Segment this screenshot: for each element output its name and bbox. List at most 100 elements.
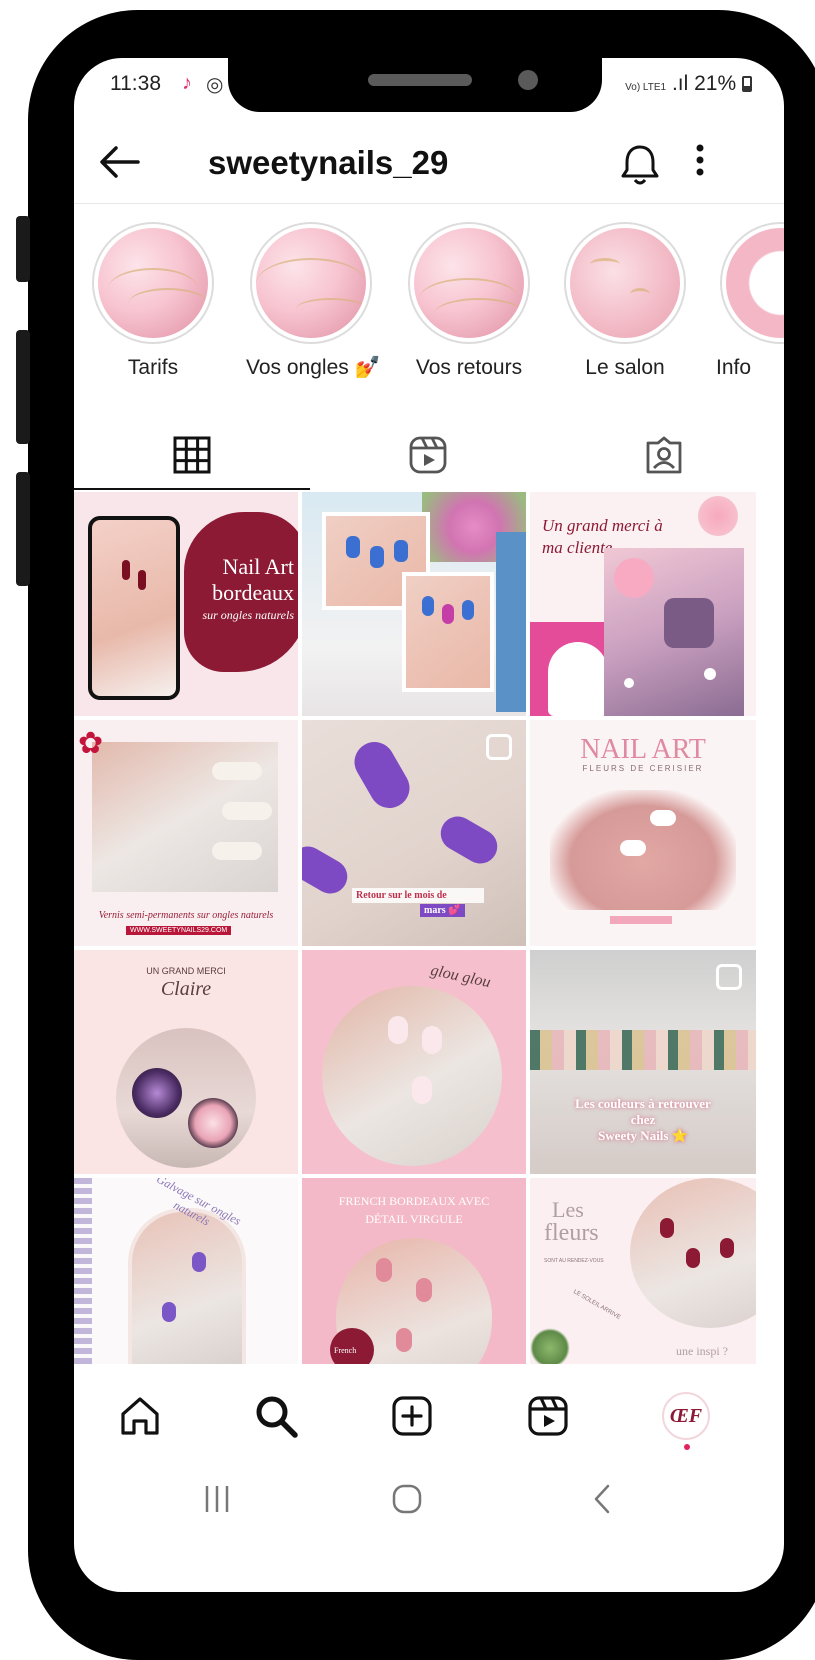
instagram-notification-icon: ◎ [206, 74, 224, 96]
home-tab[interactable] [110, 1386, 170, 1446]
post-title: glou glou [429, 961, 493, 992]
story-highlights: Tarifs Vos ongles 💅 Vos retours Le salon… [74, 222, 784, 392]
post-subtitle: sur ongles naturels [202, 608, 294, 622]
post-title-line2: fleurs [544, 1220, 599, 1246]
post-tile[interactable]: NAIL ART FLEURS DE CERISIER [530, 720, 756, 946]
highlight-vos-retours[interactable]: Vos retours [404, 222, 534, 380]
post-website: WWW.SWEETYNAILS29.COM [126, 926, 232, 935]
tab-tagged[interactable] [546, 424, 782, 486]
highlight-label: Vos retours [415, 356, 523, 379]
highlight-ring [720, 222, 784, 344]
highlight-le-salon[interactable]: Le salon [560, 222, 690, 380]
post-tile[interactable]: Les fleurs SONT AU RENDEZ-VOUS LE SOLEIL… [530, 1178, 756, 1368]
post-tile[interactable]: FRENCH BORDEAUX AVEC DÉTAIL VIRGULE Fren… [302, 1178, 526, 1368]
highlight-cover [98, 228, 208, 338]
post-title: UN GRAND MERCI [146, 966, 226, 976]
post-caption: Retour sur le mois de [352, 888, 484, 903]
reels-nav-icon [528, 1396, 568, 1436]
post-title: Les [552, 1197, 584, 1222]
post-tile[interactable]: Galvage sur ongles naturels [74, 1178, 298, 1368]
reels-icon [409, 436, 447, 474]
post-name: Claire [160, 978, 212, 1000]
add-post-icon [392, 1396, 432, 1436]
tagged-icon [646, 436, 682, 474]
avatar: ŒF [662, 1392, 710, 1440]
system-navigation-bar [74, 1458, 784, 1558]
highlight-ring [92, 222, 214, 344]
blue-door [496, 532, 526, 712]
phone-mockup [88, 516, 180, 700]
post-caption-line2: chez [630, 1112, 656, 1127]
post-subtitle: FLEURS DE CERISIER [582, 764, 704, 773]
grid-icon [173, 436, 211, 474]
reel-indicator-icon [716, 964, 742, 990]
tiktok-icon: ♪ [182, 72, 192, 94]
post-tile[interactable]: Un grand merci à ma cliente [530, 492, 756, 716]
post-title: FRENCH BORDEAUX AVEC [338, 1194, 490, 1208]
status-time: 11:38 [110, 72, 161, 95]
post-grid: Nail Art bordeaux sur ongles naturels Un… [74, 492, 784, 1368]
back-arrow-icon[interactable] [98, 140, 142, 191]
round-photo [630, 1178, 756, 1328]
purple-nail [347, 734, 417, 816]
highlight-info[interactable]: Info [716, 222, 784, 380]
purple-nail [302, 840, 354, 900]
post-tagline: LE SOLEIL ARRIVE [572, 1289, 622, 1321]
highlight-tarifs[interactable]: Tarifs [88, 222, 218, 380]
post-title-line2: ma cliente [542, 538, 613, 557]
post-tile[interactable]: UN GRAND MERCI Claire [74, 950, 298, 1174]
post-title: Un grand merci à [542, 516, 663, 535]
post-title-line2: DÉTAIL VIRGULE [365, 1212, 463, 1226]
search-icon [256, 1396, 298, 1438]
front-camera [518, 70, 538, 90]
highlight-label: Tarifs [127, 356, 179, 379]
profile-username: sweetynails_29 [208, 144, 449, 181]
home-icon [121, 1397, 159, 1435]
power-button [16, 472, 30, 586]
volume-down-button [16, 330, 30, 444]
home-circle-icon [392, 1484, 422, 1514]
back-button[interactable] [586, 1482, 620, 1525]
lavender-decor [74, 1178, 92, 1368]
highlight-cover [256, 228, 366, 338]
highlight-cover [414, 228, 524, 338]
volume-button [16, 216, 30, 282]
post-title: Nail Art [222, 554, 295, 579]
tab-grid[interactable] [74, 424, 310, 490]
status-right: Vo) LTE1 .ıl 21% [625, 72, 752, 96]
network-label: Vo) LTE1 [625, 82, 667, 93]
notification-bell-icon[interactable] [618, 142, 662, 193]
post-tile[interactable] [302, 492, 526, 716]
camera-notch [228, 58, 602, 112]
post-tile[interactable]: Retour sur le mois de mars 💕 [302, 720, 526, 946]
home-button[interactable] [390, 1482, 424, 1525]
pink-bar [610, 916, 672, 924]
profile-header: sweetynails_29 [74, 130, 784, 200]
photo-nails [92, 742, 278, 892]
create-post-tab[interactable] [382, 1386, 442, 1446]
post-tile[interactable]: ✿ Vernis semi-permanents sur ongles natu… [74, 720, 298, 946]
profile-tab[interactable]: ŒF [656, 1386, 716, 1446]
reels-tab[interactable] [518, 1386, 578, 1446]
post-tile[interactable]: Les couleurs à retrouver chez Sweety Nai… [530, 950, 756, 1174]
more-options-icon[interactable] [690, 140, 710, 186]
post-caption: une inspi ? [676, 1344, 728, 1358]
purple-nail [434, 810, 504, 870]
highlight-vos-ongles[interactable]: Vos ongles 💅 [246, 222, 381, 380]
highlight-label: Le salon [585, 356, 665, 379]
recent-apps-button[interactable] [200, 1482, 234, 1525]
leaf-decor [530, 1328, 570, 1368]
battery-icon [742, 76, 752, 92]
bunny-illustration [548, 642, 608, 716]
post-caption-line3: Sweety Nails ⭐ [598, 1128, 688, 1143]
post-tile[interactable]: Nail Art bordeaux sur ongles naturels [74, 492, 298, 716]
highlight-ring [250, 222, 372, 344]
highlight-ring [408, 222, 530, 344]
bottom-navigation: ŒF [74, 1364, 784, 1464]
post-caption: Les couleurs à retrouver [575, 1096, 711, 1111]
search-tab[interactable] [246, 1386, 306, 1446]
post-tile[interactable]: glou glou [302, 950, 526, 1174]
tab-reels[interactable] [310, 424, 546, 486]
cherry-blossom [698, 496, 738, 536]
post-caption: Vernis semi-permanents sur ongles nature… [98, 910, 274, 921]
